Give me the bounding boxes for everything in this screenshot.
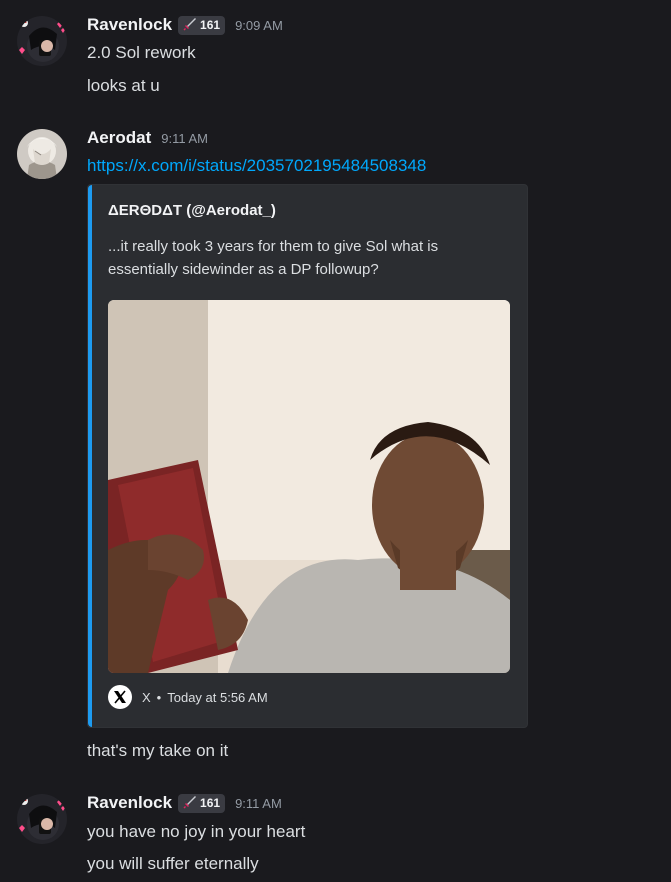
timestamp[interactable]: 9:11 AM [161, 131, 208, 146]
footer-separator: • [156, 689, 162, 705]
avatar[interactable] [17, 794, 67, 844]
badge-count: 161 [200, 18, 221, 32]
message-text: looks at u [87, 76, 160, 95]
status-link[interactable]: https://x.com/i/status/20357021954845083… [87, 156, 426, 176]
embed-footer-site: X [142, 689, 151, 705]
message-header: Aerodat 9:11 AM [87, 128, 208, 148]
message-text: you have no joy in your heart [87, 822, 306, 841]
timestamp[interactable]: 9:11 AM [235, 796, 282, 811]
level-badge[interactable]: 161 [178, 793, 226, 813]
embed-author[interactable]: ΔERΘDΔT (@Aerodat_) [108, 202, 276, 219]
avatar[interactable] [17, 129, 67, 179]
embed-footer: X • Today at 5:56 AM [108, 685, 268, 709]
username[interactable]: Aerodat [87, 128, 151, 148]
sword-icon [183, 17, 197, 34]
username[interactable]: Ravenlock [87, 793, 172, 813]
level-badge[interactable]: 161 [178, 15, 226, 35]
message-header: Ravenlock 161 9:09 AM [87, 15, 283, 35]
embed-description: ...it really took 3 years for them to gi… [108, 238, 439, 278]
avatar[interactable] [17, 16, 67, 66]
embed-footer-time: Today at 5:56 AM [167, 689, 268, 705]
username[interactable]: Ravenlock [87, 15, 172, 35]
embed-accent-bar [88, 185, 92, 727]
link-embed[interactable]: ΔERΘDΔT (@Aerodat_) ...it really took 3 … [87, 184, 528, 728]
message-text: 2.0 Sol rework [87, 43, 196, 62]
badge-count: 161 [200, 796, 221, 810]
embed-image[interactable] [108, 300, 510, 673]
x-logo-icon [108, 685, 132, 709]
message-header: Ravenlock 161 9:11 AM [87, 793, 282, 813]
sword-icon [183, 795, 197, 812]
message-text: you will suffer eternally [87, 854, 259, 873]
timestamp[interactable]: 9:09 AM [235, 18, 283, 33]
message-text: that's my take on it [87, 741, 229, 760]
chat-log: Ravenlock 161 9:09 AM 2.0 Sol rework loo… [0, 0, 671, 882]
